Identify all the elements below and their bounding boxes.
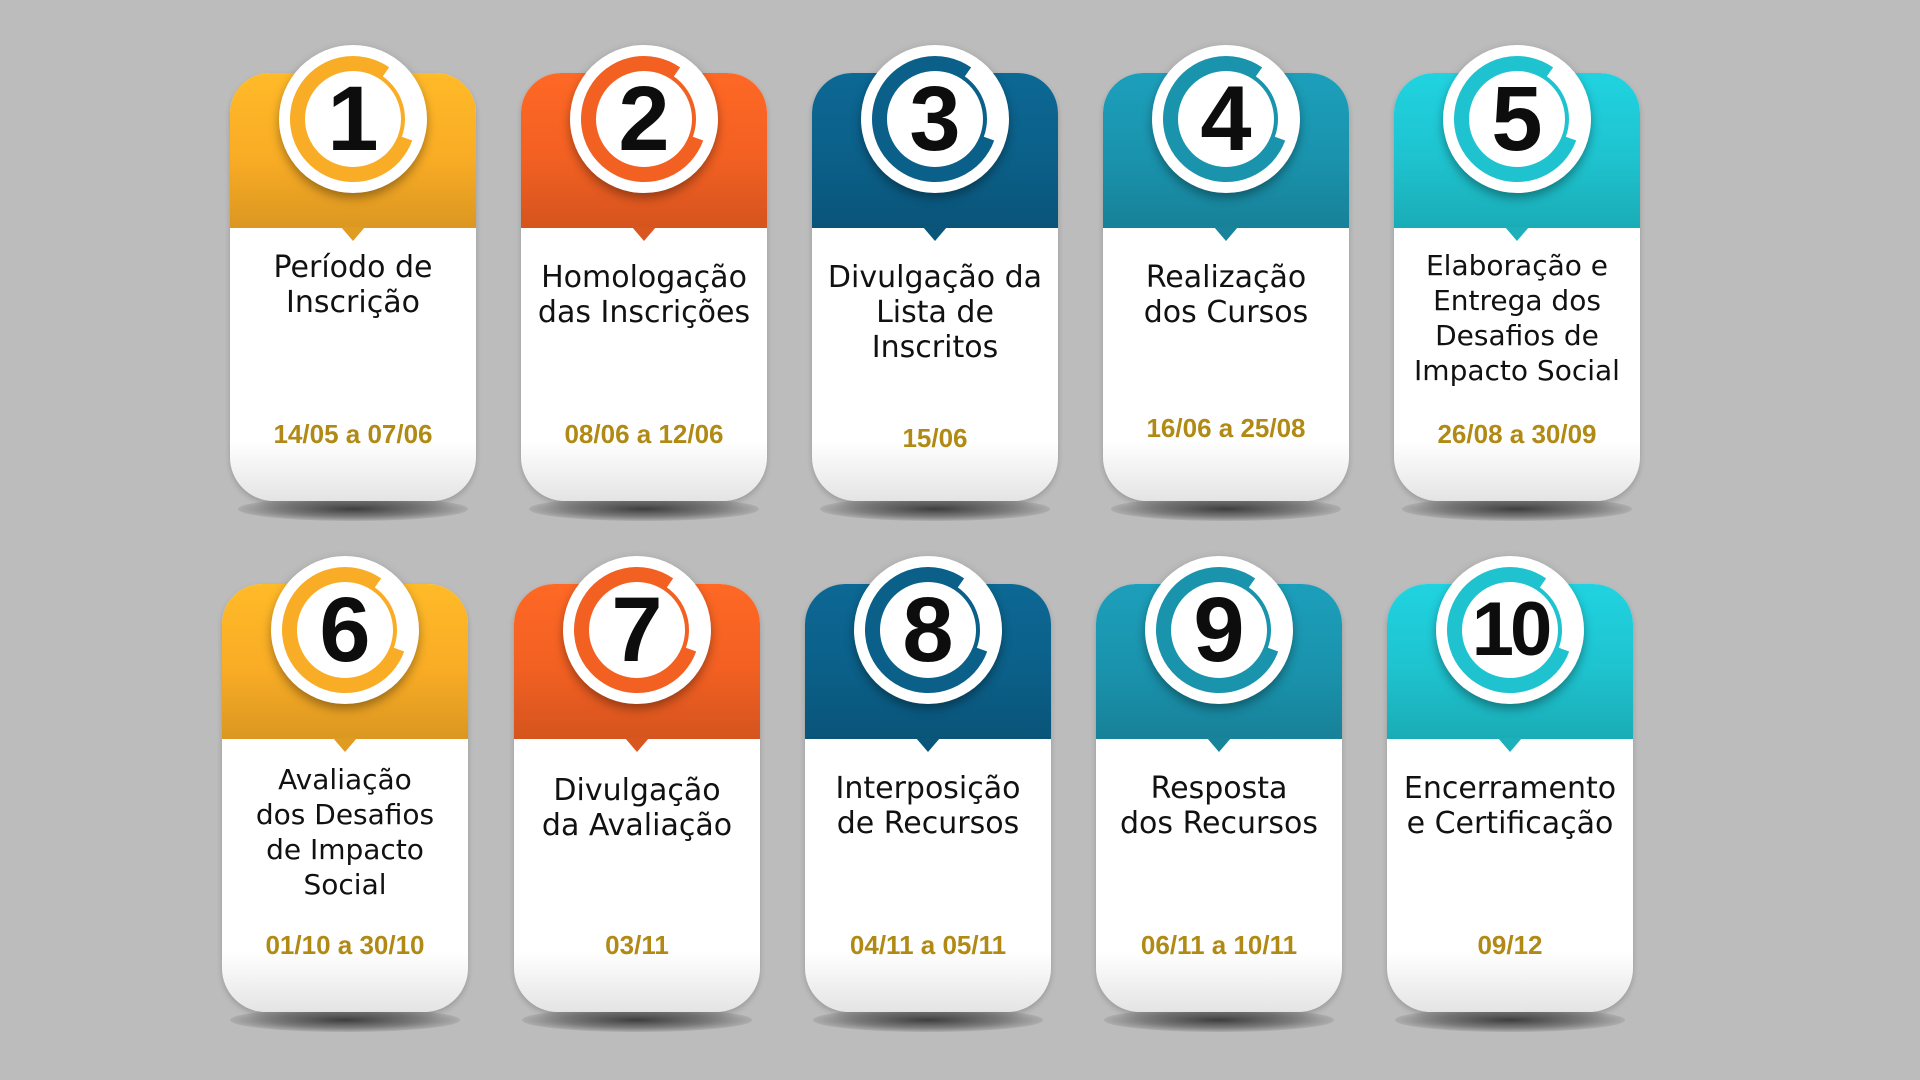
step-number: 9 — [1193, 579, 1245, 681]
step-date: 14/05 a 07/06 — [273, 419, 433, 449]
step-number-badge: 2 — [570, 45, 718, 193]
step-number: 7 — [611, 579, 663, 681]
step-title: Avaliação dos Desafios de Impacto Social — [255, 763, 435, 901]
step-card-4: Realização dos Cursos 16/06 a 25/08 4 — [1103, 45, 1349, 521]
step-title: Homologação das Inscrições — [537, 260, 751, 330]
step-number-badge: 6 — [271, 556, 419, 704]
band-pointer — [625, 738, 649, 752]
step-card-5: Elaboração e Entrega dos Desafios de Imp… — [1394, 45, 1640, 521]
step-title: Realização dos Cursos — [1143, 260, 1309, 330]
step-date: 09/12 — [1477, 930, 1543, 960]
step-number-badge: 9 — [1145, 556, 1293, 704]
step-number-badge: 10 — [1436, 556, 1584, 704]
step-card-2: Homologação das Inscrições 08/06 a 12/06 2 — [521, 45, 767, 521]
step-card-9: Resposta dos Recursos 06/11 a 10/11 9 — [1096, 556, 1342, 1032]
step-number: 3 — [909, 68, 961, 170]
band-pointer — [916, 738, 940, 752]
step-card-6: Avaliação dos Desafios de Impacto Social… — [222, 556, 468, 1032]
step-title: Período de Inscrição — [273, 250, 433, 320]
step-title: Divulgação da Avaliação — [541, 773, 733, 843]
step-date: 08/06 a 12/06 — [564, 419, 724, 449]
step-date: 16/06 a 25/08 — [1146, 413, 1306, 443]
step-card-8: Interposição de Recursos 04/11 a 05/11 8 — [805, 556, 1051, 1032]
step-card-3: Divulgação da Lista de Inscritos 15/06 3 — [812, 45, 1058, 521]
step-date: 26/08 a 30/09 — [1437, 419, 1597, 449]
step-title: Resposta dos Recursos — [1120, 771, 1318, 841]
step-number: 5 — [1491, 68, 1543, 170]
band-pointer — [632, 227, 656, 241]
step-number-badge: 4 — [1152, 45, 1300, 193]
step-number: 4 — [1200, 68, 1252, 170]
step-number: 8 — [902, 579, 954, 681]
step-title: Encerramento e Certificação — [1403, 771, 1617, 841]
step-number-badge: 3 — [861, 45, 1009, 193]
band-pointer — [923, 227, 947, 241]
step-number-badge: 8 — [854, 556, 1002, 704]
step-date: 15/06 — [902, 423, 968, 453]
band-pointer — [1207, 738, 1231, 752]
band-pointer — [1505, 227, 1529, 241]
step-card-1: Período de Inscrição 14/05 a 07/06 1 — [230, 45, 476, 521]
step-number: 10 — [1471, 587, 1553, 672]
band-pointer — [1214, 227, 1238, 241]
step-card-10: Encerramento e Certificação 09/12 10 — [1387, 556, 1633, 1032]
step-date: 03/11 — [605, 930, 669, 960]
step-number: 1 — [327, 68, 379, 170]
band-pointer — [341, 227, 365, 241]
step-title: Elaboração e Entrega dos Desafios de Imp… — [1414, 249, 1620, 387]
band-pointer — [1498, 738, 1522, 752]
step-number-badge: 1 — [279, 45, 427, 193]
step-date: 01/10 a 30/10 — [265, 930, 425, 960]
step-number: 6 — [319, 579, 371, 681]
step-date: 04/11 a 05/11 — [849, 930, 1007, 960]
step-date: 06/11 a 10/11 — [1140, 930, 1298, 960]
step-number-badge: 7 — [563, 556, 711, 704]
timeline-stage: Período de Inscrição 14/05 a 07/06 1 Homolo… — [0, 0, 1920, 1080]
step-number-badge: 5 — [1443, 45, 1591, 193]
step-title: Interposição de Recursos — [835, 771, 1021, 841]
step-number: 2 — [618, 68, 670, 170]
band-pointer — [333, 738, 357, 752]
step-title: Divulgação da Lista de Inscritos — [827, 260, 1043, 365]
step-card-7: Divulgação da Avaliação 03/11 7 — [514, 556, 760, 1032]
